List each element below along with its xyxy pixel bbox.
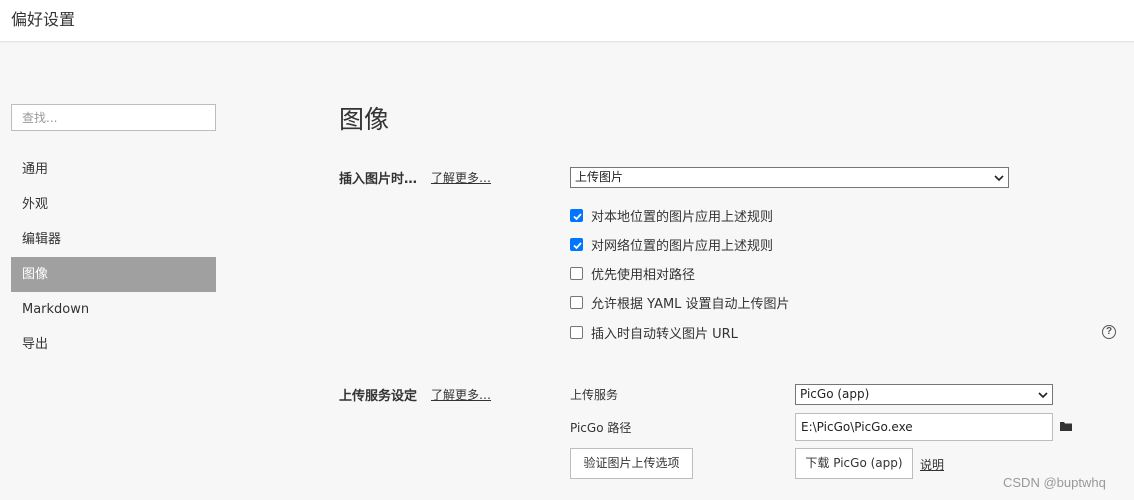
verify-upload-button[interactable]: 验证图片上传选项 (570, 448, 693, 479)
check-icon (573, 212, 582, 220)
checkbox-relative-path[interactable] (570, 266, 583, 280)
option-network-images[interactable]: 对网络位置的图片应用上述规则 (570, 235, 774, 254)
check-icon (573, 241, 582, 249)
watermark: CSDN @buptwhq (1003, 475, 1106, 490)
upload-learn-more-link[interactable]: 了解更多… (431, 386, 491, 403)
help-icon[interactable]: ? (1102, 325, 1116, 339)
sidebar-nav: 通用 外观 编辑器 图像 Markdown 导出 (11, 152, 216, 362)
search-input[interactable] (11, 104, 216, 131)
window-title: 偏好设置 (11, 12, 76, 29)
checkbox-escape-url[interactable] (570, 325, 583, 339)
explain-link[interactable]: 说明 (920, 456, 944, 473)
sidebar-item-export[interactable]: 导出 (11, 327, 216, 362)
sidebar-item-markdown[interactable]: Markdown (11, 292, 216, 327)
page-title: 图像 (339, 105, 390, 134)
picgo-path-input[interactable] (795, 413, 1053, 441)
upload-service-select[interactable]: PicGo (app) (795, 384, 1053, 405)
option-relative-path-label: 优先使用相对路径 (591, 267, 696, 283)
folder-icon[interactable] (1060, 421, 1072, 431)
checkbox-yaml-upload[interactable] (570, 295, 583, 309)
checkbox-local-images[interactable] (570, 208, 583, 222)
sidebar-item-image[interactable]: 图像 (11, 257, 216, 292)
option-local-images[interactable]: 对本地位置的图片应用上述规则 (570, 206, 774, 225)
option-escape-url-label: 插入时自动转义图片 URL (591, 326, 738, 342)
upload-section-label: 上传服务设定 (339, 389, 418, 404)
option-yaml-upload[interactable]: 允许根据 YAML 设置自动上传图片 (570, 293, 790, 312)
picgo-path-label: PicGo 路径 (570, 421, 632, 435)
sidebar-item-appearance[interactable]: 外观 (11, 187, 216, 222)
download-picgo-button[interactable]: 下载 PicGo (app) (795, 448, 913, 479)
insert-section-label: 插入图片时… (339, 172, 418, 187)
checkbox-network-images[interactable] (570, 237, 583, 251)
upload-service-value: PicGo (app) (800, 387, 870, 401)
sidebar-item-editor[interactable]: 编辑器 (11, 222, 216, 257)
insert-action-value: 上传图片 (575, 170, 624, 184)
option-yaml-upload-label: 允许根据 YAML 设置自动上传图片 (591, 296, 790, 312)
chevron-down-icon (1038, 392, 1048, 399)
chevron-down-icon (994, 175, 1004, 182)
upload-service-label: 上传服务 (570, 388, 619, 402)
option-network-images-label: 对网络位置的图片应用上述规则 (591, 238, 774, 254)
insert-action-select[interactable]: 上传图片 (570, 167, 1009, 188)
insert-learn-more-link[interactable]: 了解更多… (431, 169, 491, 186)
sidebar-item-general[interactable]: 通用 (11, 152, 216, 187)
option-escape-url[interactable]: 插入时自动转义图片 URL (570, 323, 738, 342)
title-bar: 偏好设置 (0, 0, 1134, 42)
option-relative-path[interactable]: 优先使用相对路径 (570, 264, 696, 283)
option-local-images-label: 对本地位置的图片应用上述规则 (591, 209, 774, 225)
